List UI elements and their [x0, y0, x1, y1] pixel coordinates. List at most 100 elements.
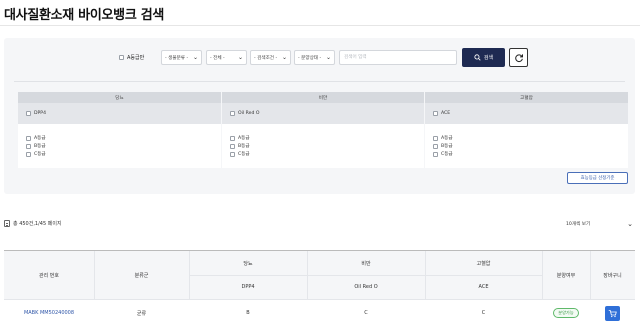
checkbox-box[interactable]: [26, 111, 31, 116]
taxonomy-select-label: - 생물분류 -: [165, 55, 189, 61]
row-group: 균류: [94, 299, 189, 325]
header-divider: [189, 275, 542, 276]
marker-checkbox-ace[interactable]: ACE: [425, 103, 628, 124]
distribution-status-select[interactable]: - 분양상태 - ⌄: [294, 50, 335, 65]
header-diabetes: 당뇨: [189, 251, 307, 275]
grade-label: C등급: [34, 152, 46, 157]
marker-checkbox-dpp4[interactable]: DPP4: [18, 103, 221, 124]
filter-row: A등급만 - 생물분류 - ⌄ - 전체 - ⌄ - 검색조건 - ⌄ - 분양…: [4, 48, 635, 68]
search-icon: [474, 54, 481, 61]
header-obesity: 비만: [307, 251, 425, 275]
header-cart: 장바구니: [590, 251, 635, 299]
grade-checkbox[interactable]: A등급: [26, 134, 221, 142]
header-oil-red-o: Oil Red O: [307, 275, 425, 299]
column-divider: [307, 251, 308, 299]
row-ace-grade: C: [425, 299, 542, 325]
grade-label: B등급: [238, 144, 250, 149]
grade-label: C등급: [441, 152, 453, 157]
checkbox-box[interactable]: [230, 143, 235, 149]
search-condition-select[interactable]: - 검색조건 - ⌄: [250, 50, 291, 65]
grade-label: B등급: [441, 144, 453, 149]
grade-checkbox[interactable]: B등급: [433, 142, 628, 150]
results-table: 관리 번호 분류군 당뇨 비만 고혈압 DPP4 Oil Red O ACE 분…: [4, 250, 635, 325]
header-ace: ACE: [425, 275, 542, 299]
grade-label: A등급: [238, 136, 250, 141]
result-summary: 총 450건,1/45 페이지: [4, 220, 62, 227]
chevron-down-icon: ⌄: [325, 54, 331, 61]
checkbox-box[interactable]: [433, 135, 438, 141]
title-divider: [0, 25, 640, 26]
header-id: 관리 번호: [4, 251, 94, 299]
checkbox-box[interactable]: [230, 135, 235, 141]
column-divider: [94, 251, 95, 299]
grade-checkbox[interactable]: B등급: [26, 142, 221, 150]
status-badge: 분양가능: [553, 308, 579, 318]
checkbox-box[interactable]: [119, 55, 124, 60]
search-condition-select-label: - 검색조건 -: [254, 55, 278, 61]
marker-checkbox-oil-red-o[interactable]: Oil Red O: [222, 103, 424, 124]
document-icon: [4, 220, 10, 227]
checkbox-box[interactable]: [26, 135, 31, 141]
search-button-label: 검색: [483, 55, 494, 61]
category-filter-table: 당뇨 비만 고혈압 DPP4 Oil Red O ACE A등급 B등급 C등급…: [18, 92, 628, 204]
category-header-diabetes: 당뇨: [18, 92, 221, 103]
taxonomy-select[interactable]: - 생물분류 - ⌄: [161, 50, 202, 65]
checkbox-box[interactable]: [433, 111, 438, 116]
page-size-label: 10개씩 보기: [566, 221, 591, 227]
header-group: 분류군: [94, 251, 189, 299]
grade-list-diabetes: A등급 B등급 C등급: [18, 124, 221, 168]
search-input[interactable]: [339, 50, 457, 65]
checkbox-box[interactable]: [433, 151, 438, 157]
distribution-status-select-label: - 분양상태 -: [298, 55, 322, 61]
header-hypertension: 고혈압: [425, 251, 542, 275]
page-size-select[interactable]: 10개씩 보기 ⌄: [563, 216, 636, 231]
efficacy-criteria-button[interactable]: 효능등급 선정기준: [567, 172, 628, 184]
cart-icon: [608, 309, 617, 317]
grade-checkbox[interactable]: A등급: [230, 134, 424, 142]
column-divider: [189, 251, 190, 299]
refresh-icon: [514, 53, 523, 62]
scope-select[interactable]: - 전체 - ⌄: [206, 50, 247, 65]
a-grade-only-checkbox[interactable]: A등급만: [119, 54, 144, 61]
checkbox-box[interactable]: [230, 151, 235, 157]
grade-checkbox[interactable]: A등급: [433, 134, 628, 142]
add-to-cart-button[interactable]: [605, 305, 620, 321]
column-divider: [590, 251, 591, 299]
refresh-button[interactable]: [509, 48, 528, 67]
search-panel: A등급만 - 생물분류 - ⌄ - 전체 - ⌄ - 검색조건 - ⌄ - 분양…: [4, 38, 635, 194]
row-cart-cell: [590, 299, 635, 325]
row-availability: 분양가능: [542, 299, 590, 325]
checkbox-box[interactable]: [26, 151, 31, 157]
column-divider: [542, 251, 543, 299]
category-header-obesity: 비만: [222, 92, 424, 103]
page-title: 대사질환소재 바이오뱅크 검색: [4, 8, 165, 23]
marker-label: ACE: [441, 111, 451, 116]
result-count-text: 총 450건,1/45 페이지: [13, 221, 62, 227]
checkbox-box[interactable]: [433, 143, 438, 149]
column-divider: [425, 251, 426, 299]
checkbox-box[interactable]: [26, 143, 31, 149]
chevron-down-icon: ⌄: [192, 54, 198, 61]
scope-select-label: - 전체 -: [210, 55, 225, 61]
chevron-down-icon: ⌄: [237, 54, 243, 61]
grade-checkbox[interactable]: C등급: [230, 150, 424, 158]
marker-label: DPP4: [34, 111, 47, 116]
checkbox-box[interactable]: [230, 111, 235, 116]
search-button[interactable]: 검색: [462, 48, 505, 67]
panel-divider: [14, 81, 625, 82]
grade-checkbox[interactable]: C등급: [433, 150, 628, 158]
marker-label: Oil Red O: [238, 111, 260, 116]
grade-checkbox[interactable]: B등급: [230, 142, 424, 150]
row-id-link[interactable]: MABK MM50240008: [4, 299, 94, 325]
header-availability: 분양여부: [542, 251, 590, 299]
row-oil-red-o-grade: C: [307, 299, 425, 325]
chevron-down-icon: ⌄: [627, 219, 633, 228]
row-dpp4-grade: B: [189, 299, 307, 325]
grade-checkbox[interactable]: C등급: [26, 150, 221, 158]
grade-list-hypertension: A등급 B등급 C등급: [425, 124, 628, 168]
chevron-down-icon: ⌄: [281, 54, 287, 61]
grade-label: A등급: [34, 136, 46, 141]
grade-list-obesity: A등급 B등급 C등급: [222, 124, 424, 168]
category-header-hypertension: 고혈압: [425, 92, 628, 103]
grade-label: C등급: [238, 152, 250, 157]
